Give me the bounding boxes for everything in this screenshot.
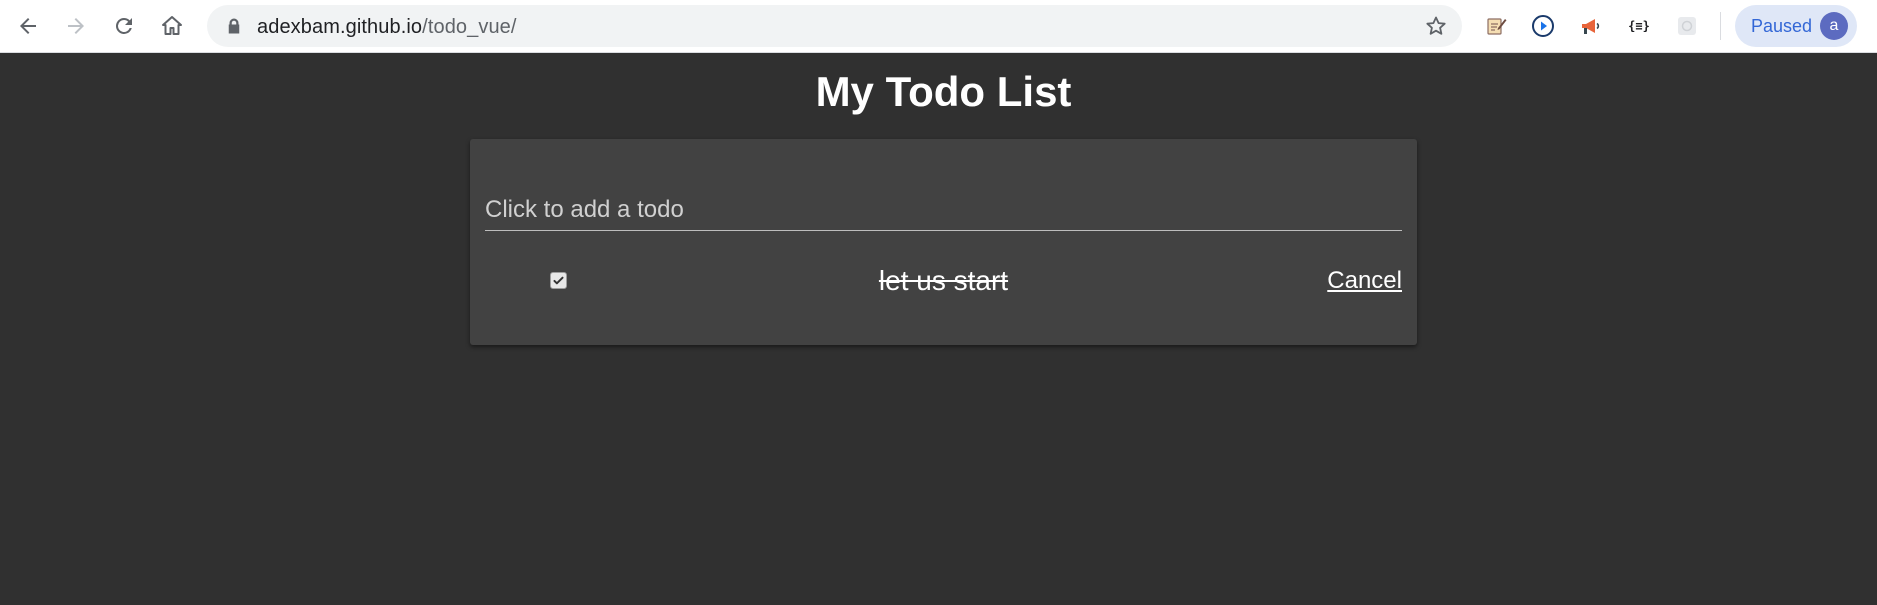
svg-text:{≡}: {≡} [1628,19,1650,33]
arrow-right-icon [68,18,84,34]
toolbar-separator [1720,12,1721,40]
page-title: My Todo List [815,68,1072,115]
extension-button-4[interactable]: {≡} [1626,13,1652,39]
extension-button-1[interactable] [1483,13,1509,39]
profile-status-label: Paused [1751,16,1813,36]
add-todo-input[interactable] [485,189,1402,231]
star-icon[interactable] [1424,14,1448,38]
play-circle-icon [1532,15,1554,37]
url-domain: adexbam.github.io [257,16,423,38]
reload-icon [116,17,132,34]
avatar: a [1820,12,1848,40]
extension-button-3[interactable] [1578,13,1604,39]
todo-checkbox[interactable] [550,272,567,289]
url-text: adexbam.github.io/todo_vue/ [257,16,517,39]
home-button[interactable] [155,9,189,43]
extension-button-2[interactable] [1530,13,1556,39]
checkmark-icon [553,276,564,285]
braces-icon: {≡} [1628,19,1650,33]
back-button[interactable] [11,9,45,43]
profile-button[interactable]: Paused a [1735,5,1857,47]
todo-item: let us start Cancel [470,259,1417,303]
todo-card: let us start Cancel [470,139,1417,345]
arrow-left-icon [20,18,36,34]
megaphone-icon [1582,19,1600,34]
url-path: /todo_vue/ [422,16,517,38]
browser-toolbar: adexbam.github.io/todo_vue/ {≡} Paused a [0,0,1877,53]
grid-puzzle-icon [1678,17,1696,35]
address-bar[interactable]: adexbam.github.io/todo_vue/ [207,5,1462,47]
todo-text: let us start [878,265,1009,296]
extension-button-5[interactable] [1674,13,1700,39]
home-icon [162,16,182,35]
forward-button[interactable] [59,9,93,43]
lock-icon [228,18,240,34]
reload-button[interactable] [107,9,141,43]
cancel-link[interactable]: Cancel [1327,267,1402,295]
clipboard-pen-icon [1487,18,1507,35]
